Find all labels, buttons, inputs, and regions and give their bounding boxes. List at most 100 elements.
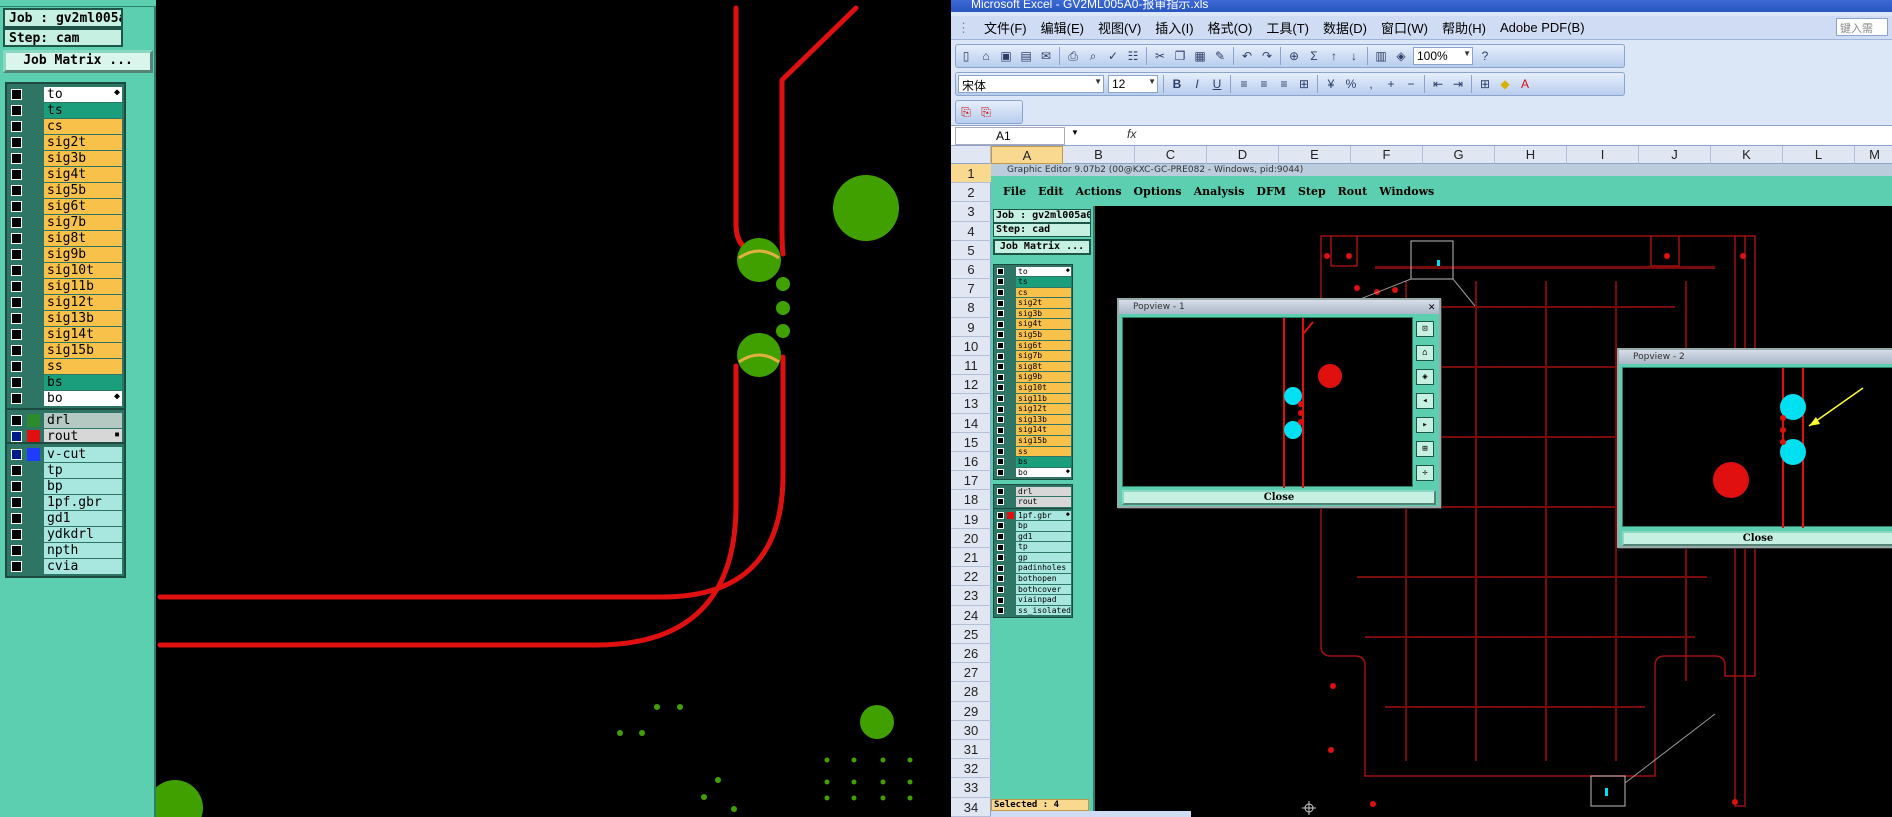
layer-name[interactable]: sig8t bbox=[1016, 361, 1071, 372]
decrease-decimal-icon[interactable]: − bbox=[1402, 75, 1420, 93]
popview-2-window[interactable]: Popview - 2 Close bbox=[1617, 348, 1892, 548]
layer-checkbox[interactable] bbox=[997, 373, 1004, 381]
layer-name[interactable]: sig6t bbox=[1016, 340, 1071, 351]
embedded-layer-row[interactable]: bo ◆ bbox=[994, 467, 1072, 478]
column-header-f[interactable]: F bbox=[1351, 146, 1423, 164]
row-header-16[interactable]: 16 bbox=[951, 452, 991, 472]
bold-icon[interactable]: B bbox=[1168, 75, 1186, 93]
embedded-layer-row[interactable]: bothcover bbox=[994, 584, 1072, 595]
layer-checkbox[interactable] bbox=[11, 496, 22, 508]
popview-center-icon[interactable]: ✛ bbox=[1416, 465, 1434, 481]
drawing-icon[interactable]: ◈ bbox=[1392, 47, 1410, 65]
layer-checkbox[interactable] bbox=[11, 392, 22, 404]
row-header-3[interactable]: 3 bbox=[951, 202, 991, 222]
new-icon[interactable]: ▯ bbox=[957, 47, 975, 65]
layer-row[interactable]: ydkdrl bbox=[7, 526, 124, 542]
research-icon[interactable]: ☷ bbox=[1124, 47, 1142, 65]
layer-name[interactable]: bs bbox=[44, 374, 122, 390]
row-header-17[interactable]: 17 bbox=[951, 471, 991, 491]
layer-checkbox[interactable] bbox=[11, 280, 22, 292]
layer-name[interactable]: to bbox=[44, 86, 122, 102]
layer-checkbox[interactable] bbox=[11, 430, 22, 442]
layer-name[interactable]: sig11b bbox=[44, 278, 122, 294]
embedded-layer-row[interactable]: to ◆ bbox=[994, 266, 1072, 277]
layer-row[interactable]: sig2t bbox=[7, 134, 124, 150]
layer-checkbox[interactable] bbox=[997, 352, 1004, 360]
align-left-icon[interactable]: ≡ bbox=[1235, 75, 1253, 93]
popview-prev-icon[interactable]: ◂ bbox=[1416, 393, 1434, 409]
column-header-e[interactable]: E bbox=[1279, 146, 1351, 164]
fx-icon[interactable]: fx bbox=[1127, 127, 1136, 141]
layer-name[interactable]: bo bbox=[44, 390, 122, 406]
menu-item[interactable]: 文件(F) bbox=[984, 18, 1027, 37]
embedded-layer-row[interactable]: sig15b bbox=[994, 436, 1072, 447]
layer-name[interactable]: cs bbox=[44, 118, 122, 134]
row-header-29[interactable]: 29 bbox=[951, 702, 991, 721]
pdf-convert-icon[interactable]: ⎘ bbox=[957, 103, 975, 121]
print-icon[interactable]: ⎙ bbox=[1064, 47, 1082, 65]
layer-name[interactable]: ss bbox=[44, 358, 122, 374]
layer-checkbox[interactable] bbox=[997, 426, 1004, 434]
embedded-layer-row[interactable]: sig4t bbox=[994, 319, 1072, 330]
paste-icon[interactable]: ▦ bbox=[1191, 47, 1209, 65]
select-all-corner[interactable] bbox=[951, 146, 991, 164]
column-header-g[interactable]: G bbox=[1423, 146, 1495, 164]
popview-2-close-button[interactable]: Close bbox=[1622, 531, 1892, 546]
layer-name[interactable]: sig8t bbox=[44, 230, 122, 246]
embedded-menu-item[interactable]: Windows bbox=[1379, 185, 1434, 198]
row-header-2[interactable]: 2 bbox=[951, 183, 991, 203]
layer-name[interactable]: ss_isolated bbox=[1016, 605, 1071, 616]
undo-icon[interactable]: ↶ bbox=[1238, 47, 1256, 65]
row-header-34[interactable]: 34 bbox=[951, 798, 991, 817]
column-header-c[interactable]: C bbox=[1135, 146, 1207, 164]
menu-item[interactable]: 帮助(H) bbox=[1442, 18, 1486, 37]
layer-name[interactable]: gp bbox=[1016, 552, 1071, 563]
layer-name[interactable]: tp bbox=[44, 462, 122, 478]
layer-row[interactable]: 1pf.gbr bbox=[7, 494, 124, 510]
layer-name[interactable]: bs bbox=[1016, 457, 1071, 467]
embedded-layer-row[interactable]: sig2t bbox=[994, 298, 1072, 309]
layer-row[interactable]: cvia bbox=[7, 558, 124, 574]
embedded-layer-row[interactable]: sig11b bbox=[994, 393, 1072, 404]
layer-checkbox[interactable] bbox=[997, 607, 1004, 615]
layer-row[interactable]: npth bbox=[7, 542, 124, 558]
row-header-4[interactable]: 4 bbox=[951, 222, 991, 241]
row-header-24[interactable]: 24 bbox=[951, 606, 991, 625]
embedded-screenshot[interactable]: Graphic Editor 9.07b2 (00@KXC-GC-PRE082 … bbox=[991, 164, 1892, 817]
layer-name[interactable]: sig2t bbox=[44, 134, 122, 150]
pdf-email-icon[interactable]: ⎘ bbox=[977, 103, 995, 121]
embedded-menu-item[interactable]: Step bbox=[1298, 185, 1326, 198]
popview-1-close-button[interactable]: Close bbox=[1122, 490, 1436, 505]
layer-name[interactable]: sig7b bbox=[1016, 351, 1071, 361]
layer-checkbox[interactable] bbox=[11, 232, 22, 244]
embedded-menu-item[interactable]: Options bbox=[1134, 185, 1182, 198]
layer-name[interactable]: bo bbox=[1016, 467, 1071, 478]
layer-checkbox[interactable] bbox=[997, 564, 1004, 572]
embedded-menu-item[interactable]: File bbox=[1003, 185, 1026, 198]
layer-name[interactable]: sig3b bbox=[1016, 308, 1071, 319]
column-header-i[interactable]: I bbox=[1567, 146, 1639, 164]
email-icon[interactable]: ✉ bbox=[1037, 47, 1055, 65]
embedded-menu-item[interactable]: Analysis bbox=[1194, 185, 1245, 198]
embedded-layer-row[interactable]: sig8t bbox=[994, 361, 1072, 372]
layer-checkbox[interactable] bbox=[997, 585, 1004, 593]
layer-checkbox[interactable] bbox=[11, 200, 22, 212]
layer-name[interactable]: sig14t bbox=[1016, 425, 1071, 435]
embedded-layer-row[interactable]: viainpad bbox=[994, 595, 1072, 606]
embedded-layer-row[interactable]: bp bbox=[994, 521, 1072, 532]
layer-checkbox[interactable] bbox=[11, 560, 22, 572]
embedded-layer-row[interactable]: sig13b bbox=[994, 414, 1072, 425]
menu-item[interactable]: 数据(D) bbox=[1323, 18, 1367, 37]
layer-name[interactable]: sig9b bbox=[1016, 372, 1071, 383]
layer-checkbox[interactable] bbox=[997, 394, 1004, 402]
layer-row[interactable]: sig14t bbox=[7, 326, 124, 342]
layer-row[interactable]: sig4t bbox=[7, 166, 124, 182]
spelling-icon[interactable]: ✓ bbox=[1104, 47, 1122, 65]
layer-row[interactable]: ts bbox=[7, 102, 124, 118]
layer-name[interactable]: cvia bbox=[44, 558, 122, 574]
sort-descending-icon[interactable]: ↓ bbox=[1345, 47, 1363, 65]
embedded-layer-row[interactable]: ts bbox=[994, 277, 1072, 288]
layer-row[interactable]: bp bbox=[7, 478, 124, 494]
layer-checkbox[interactable] bbox=[997, 331, 1004, 339]
embedded-layer-row[interactable]: gd1 bbox=[994, 531, 1072, 542]
